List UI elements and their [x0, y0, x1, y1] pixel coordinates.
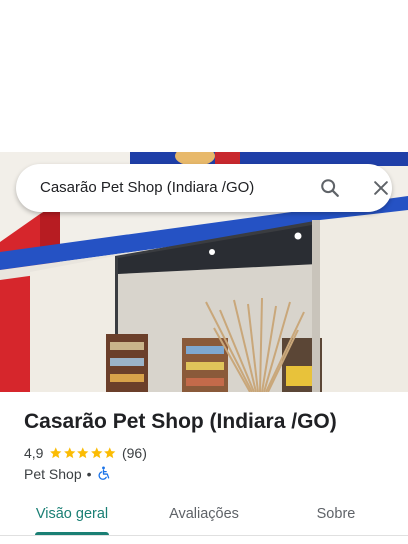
map-blank-area	[0, 0, 408, 152]
wheelchair-accessible-icon	[97, 465, 110, 483]
tabs-divider	[0, 535, 408, 536]
star-icon	[64, 447, 76, 459]
tab-overview[interactable]: Visão geral	[18, 492, 126, 536]
star-icon	[77, 447, 89, 459]
separator-dot: •	[86, 466, 92, 482]
star-rating	[49, 446, 117, 460]
search-icon[interactable]	[318, 176, 342, 200]
review-count[interactable]: (96)	[122, 445, 147, 461]
tab-reviews[interactable]: Avaliações	[148, 492, 260, 536]
close-icon[interactable]	[369, 176, 393, 200]
star-icon	[104, 447, 116, 459]
star-icon	[91, 447, 103, 459]
category-row: Pet Shop •	[24, 464, 110, 484]
rating-value: 4,9	[24, 445, 44, 461]
search-bar[interactable]: Casarão Pet Shop (Indiara /GO)	[16, 164, 392, 212]
star-icon	[50, 447, 62, 459]
search-input[interactable]: Casarão Pet Shop (Indiara /GO)	[40, 164, 254, 212]
place-title: Casarão Pet Shop (Indiara /GO)	[24, 410, 337, 433]
place-tabs: Visão geral Avaliações Sobre	[0, 492, 408, 536]
rating-row[interactable]: 4,9 (96)	[24, 443, 147, 463]
place-category[interactable]: Pet Shop	[24, 466, 82, 482]
tab-about[interactable]: Sobre	[296, 492, 376, 536]
